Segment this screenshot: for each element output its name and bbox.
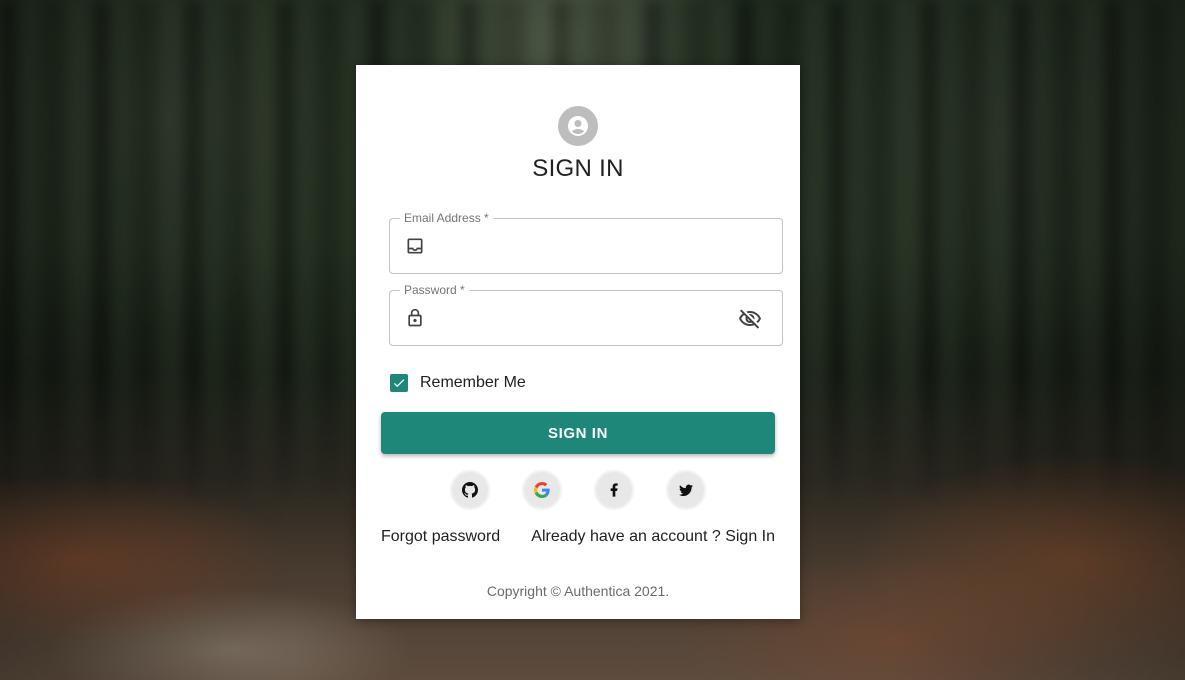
github-login-button[interactable] (450, 470, 490, 510)
google-login-button[interactable] (522, 470, 562, 510)
email-field-label: Email Address * (400, 211, 493, 225)
remember-me-checkbox[interactable]: Remember Me (390, 373, 526, 393)
checkbox-checked-icon[interactable] (390, 374, 408, 392)
google-icon (534, 482, 550, 498)
eye-off-icon[interactable] (738, 307, 762, 331)
avatar (558, 106, 598, 146)
lock-icon (404, 307, 426, 329)
copyright-text: Copyright © Authentica 2021. (486, 583, 670, 599)
email-field-wrapper[interactable]: Email Address * (389, 211, 783, 274)
social-login-row (356, 470, 800, 510)
person-icon (566, 114, 590, 138)
twitter-icon (678, 482, 694, 498)
facebook-icon (606, 482, 622, 498)
password-input[interactable] (438, 301, 742, 337)
remember-me-label: Remember Me (420, 374, 526, 391)
twitter-login-button[interactable] (666, 470, 706, 510)
github-icon (462, 482, 478, 498)
email-input[interactable] (438, 229, 742, 265)
sign-in-link[interactable]: Already have an account ? Sign In (531, 528, 775, 546)
facebook-login-button[interactable] (594, 470, 634, 510)
inbox-icon (404, 235, 426, 257)
auth-links: Forgot password Already have an account … (381, 528, 775, 548)
sign-in-button[interactable]: SIGN IN (381, 412, 775, 454)
page-title: SIGN IN (532, 155, 624, 182)
password-field-wrapper[interactable]: Password * (389, 283, 783, 346)
sign-in-card: SIGN IN Email Address * Password * Remem… (356, 65, 800, 619)
password-field-label: Password * (400, 283, 469, 297)
forgot-password-link[interactable]: Forgot password (381, 528, 500, 546)
